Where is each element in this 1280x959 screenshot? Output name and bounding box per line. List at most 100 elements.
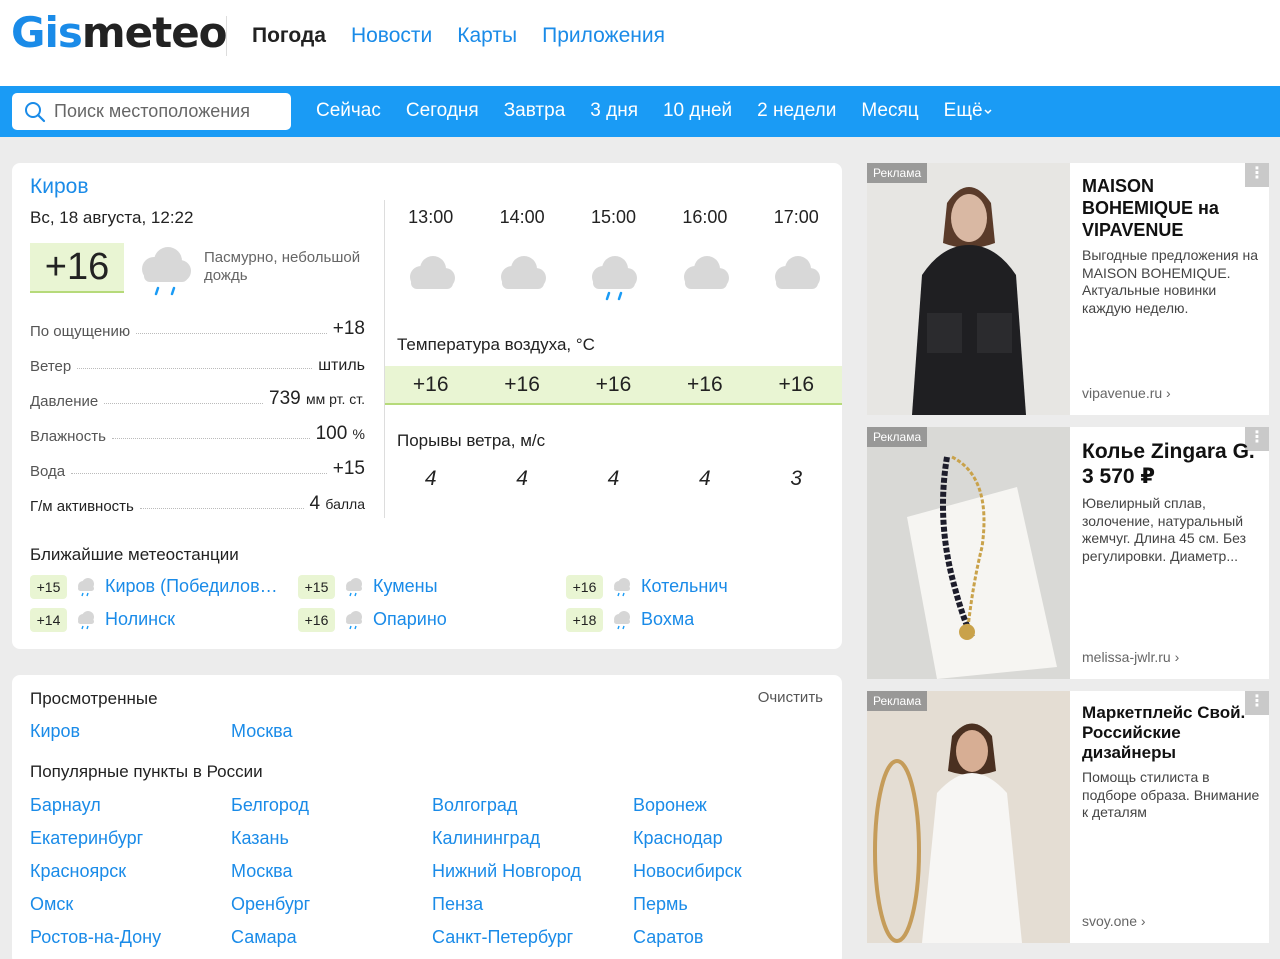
popular-city-link[interactable]: Барнаул [30, 794, 231, 816]
param-label: Ветер [30, 358, 72, 375]
nav-maps[interactable]: Карты [457, 24, 517, 48]
search-input[interactable] [54, 101, 284, 122]
ad-title[interactable]: MAISON BOHEMIQUE на VIPAVENUE [1082, 175, 1267, 241]
gismeteo-logo[interactable]: Gismeteo [11, 8, 228, 57]
tab-more-label: Ещё [943, 100, 983, 121]
station-item[interactable]: +16 Котельнич [566, 573, 830, 600]
ad-tag: Реклама [867, 691, 928, 711]
popular-city-link[interactable]: Пермь [633, 893, 834, 915]
condition-text: Пасмурно, небольшой дождь [204, 249, 361, 284]
current-weather-card: Киров Вс, 18 августа, 12:22 +16 Пасмурно… [12, 163, 842, 649]
popular-city-link[interactable]: Новосибирск [633, 860, 834, 882]
popular-city-link[interactable]: Нижний Новгород [432, 860, 633, 882]
tab-tomorrow[interactable]: Завтра [504, 100, 566, 122]
viewed-title: Просмотренные [30, 689, 158, 708]
ad-tag: Реклама [867, 163, 928, 183]
station-name[interactable]: Нолинск [105, 609, 175, 630]
popular-city-link[interactable]: Екатеринбург [30, 827, 231, 849]
tab-3-days[interactable]: 3 дня [590, 100, 638, 122]
param-value: +15 [332, 458, 365, 479]
station-temp: +16 [298, 607, 335, 632]
popular-city-link[interactable]: Казань [231, 827, 432, 849]
main-nav: Погода Новости Карты Приложения [252, 24, 665, 48]
popular-city-link[interactable]: Белгород [231, 794, 432, 816]
popular-city-link[interactable]: Краснодар [633, 827, 834, 849]
popular-city-link[interactable]: Волгоград [432, 794, 633, 816]
param-water: Вода +15 [30, 445, 365, 480]
param-value: 4 балла [309, 493, 365, 514]
tab-10-days[interactable]: 10 дней [663, 100, 732, 122]
popular-city-link[interactable]: Красноярск [30, 860, 231, 882]
param-pressure: Давление 739 мм рт. ст. [30, 375, 365, 410]
popular-city-link[interactable]: Калининград [432, 827, 633, 849]
hour-gust: 4 [424, 467, 437, 490]
popular-city-link[interactable]: Самара [231, 926, 432, 948]
ad-block[interactable]: Реклама ⋮ Колье Zingara G. 3 570 ₽ Ювели… [867, 427, 1269, 679]
param-value: штиль [318, 357, 365, 374]
cloud-icon [476, 251, 567, 301]
city-title[interactable]: Киров [30, 175, 88, 199]
cloud-rain-small-icon [75, 576, 97, 598]
nav-apps[interactable]: Приложения [542, 24, 665, 48]
popular-city-link[interactable]: Воронеж [633, 794, 834, 816]
popular-city-link[interactable]: Ростов-на-Дону [30, 926, 231, 948]
hour-temp: +16 [778, 372, 815, 396]
period-toolbar: Сейчас Сегодня Завтра 3 дня 10 дней 2 не… [0, 86, 1280, 137]
hour-gust: 3 [790, 467, 803, 490]
station-item[interactable]: +16 Опарино [298, 606, 566, 633]
popular-city-link[interactable]: Оренбург [231, 893, 432, 915]
cities-card: Просмотренные Очистить Киров Москва Попу… [12, 675, 842, 959]
ad-site[interactable]: vipavenue.ru › [1082, 385, 1171, 401]
hour-temp: +16 [595, 372, 632, 396]
station-name[interactable]: Вохма [641, 609, 694, 630]
params-list: По ощущению +18 Ветер штиль Давление 739 мм… [30, 305, 365, 515]
ad-text: Выгодные предложения на MAISON BOHEMIQUE… [1082, 247, 1258, 316]
popular-city-link[interactable]: Пенза [432, 893, 633, 915]
ad-site[interactable]: melissa-jwlr.ru › [1082, 649, 1179, 665]
ad-tag: Реклама [867, 427, 928, 447]
ad-block[interactable]: Реклама ⋮ Маркетплейс Свой. Российские д… [867, 691, 1269, 943]
viewed-city-link[interactable]: Киров [30, 721, 231, 742]
cloud-rain-small-icon [611, 576, 633, 598]
station-name[interactable]: Кумены [373, 576, 438, 597]
station-name[interactable]: Котельнич [641, 576, 728, 597]
cloud-rain-icon [568, 251, 659, 301]
ad-title[interactable]: Колье Zingara G. 3 570 ₽ [1082, 439, 1267, 489]
popular-city-link[interactable]: Санкт-Петербург [432, 926, 633, 948]
stations-list: +15 Киров (Победилов… +15 Кумены +16 Котель… [30, 573, 830, 633]
nav-news[interactable]: Новости [351, 24, 432, 48]
logo-gis: Gis [11, 8, 83, 57]
popular-city-link[interactable]: Омск [30, 893, 231, 915]
ad-image[interactable]: Реклама [867, 427, 1070, 679]
nav-weather[interactable]: Погода [252, 24, 326, 48]
ad-image[interactable]: Реклама [867, 691, 1070, 943]
param-geomagnetic: Г/м активность 4 балла [30, 480, 365, 515]
station-item[interactable]: +15 Киров (Победилов… [30, 573, 298, 600]
ad-image[interactable]: Реклама [867, 163, 1070, 415]
gust-section-label: Порывы ветра, м/с [397, 431, 546, 450]
ad-site[interactable]: svoy.one › [1082, 913, 1146, 929]
viewed-city-link[interactable]: Москва [231, 721, 432, 742]
tab-more[interactable]: Ещё [944, 100, 993, 122]
tab-2-weeks[interactable]: 2 недели [757, 100, 836, 122]
tab-month[interactable]: Месяц [861, 100, 918, 122]
station-item[interactable]: +14 Нолинск [30, 606, 298, 633]
station-item[interactable]: +18 Вохма [566, 606, 830, 633]
station-name[interactable]: Киров (Победилов… [105, 576, 278, 597]
ad-block[interactable]: Реклама ⋮ MAISON BOHEMIQUE на VIPAVENUE … [867, 163, 1269, 415]
cloud-icon [659, 251, 750, 301]
popular-city-link[interactable]: Москва [231, 860, 432, 882]
popular-title: Популярные пункты в России [30, 762, 263, 781]
search-box[interactable] [12, 93, 291, 130]
ad-title[interactable]: Маркетплейс Свой. Российские дизайнеры [1082, 703, 1267, 763]
tab-now[interactable]: Сейчас [316, 100, 381, 122]
station-item[interactable]: +15 Кумены [298, 573, 566, 600]
cloud-icon [751, 251, 842, 301]
station-name[interactable]: Опарино [373, 609, 447, 630]
hourly-times: 13:00 14:00 15:00 16:00 17:00 [385, 207, 842, 228]
hour-temp: +16 [504, 372, 540, 396]
tab-today[interactable]: Сегодня [406, 100, 479, 122]
ad-text: Помощь стилиста в подборе образа. Вниман… [1082, 769, 1260, 821]
clear-button[interactable]: Очистить [758, 689, 823, 706]
popular-city-link[interactable]: Саратов [633, 926, 834, 948]
